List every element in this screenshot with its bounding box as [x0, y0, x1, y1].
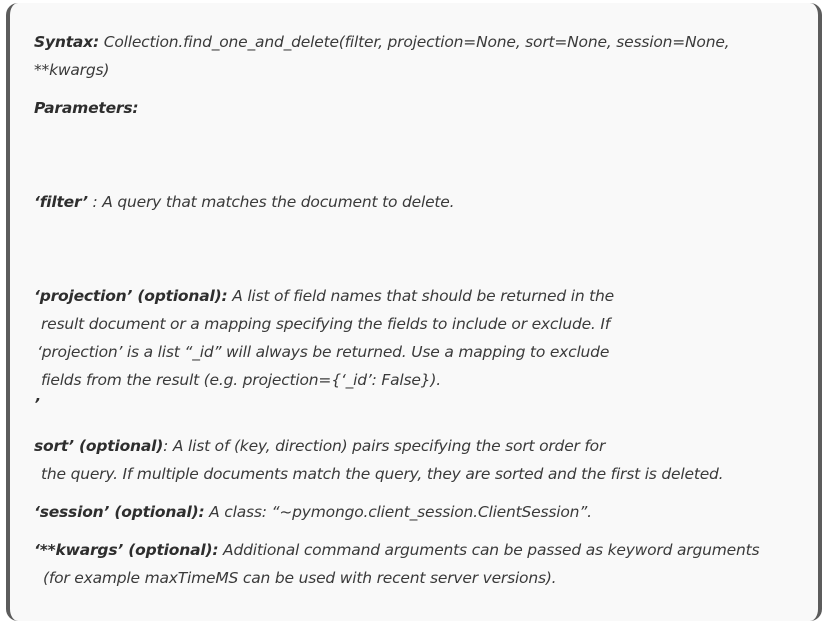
- param-projection: ‘projection’ (optional): A list of field…: [34, 286, 614, 306]
- parameters-heading: Parameters:: [34, 99, 139, 117]
- syntax-signature: Collection.find_one_and_delete(filter, p…: [98, 33, 730, 51]
- param-projection-line-3: ‘projection’ is a list “_id” will always…: [37, 343, 610, 361]
- stray-quote: ’: [34, 395, 40, 413]
- syntax-line-continued: **kwargs): [34, 61, 110, 79]
- param-filter: ‘filter’ : A query that matches the docu…: [34, 192, 455, 212]
- param-sort: sort’ (optional): A list of (key, direct…: [34, 436, 605, 456]
- param-sort-description: : A list of (key, direction) pairs speci…: [163, 437, 606, 455]
- syntax-line: Syntax: Collection.find_one_and_delete(f…: [34, 32, 730, 52]
- param-session-description: A class: “~pymongo.client_session.Client…: [204, 503, 592, 521]
- syntax-info-panel: [6, 3, 822, 621]
- param-projection-line-4: fields from the result (e.g. projection=…: [41, 371, 441, 389]
- param-session-label: ‘session’ (optional):: [34, 503, 205, 521]
- param-filter-description: : A query that matches the document to d…: [87, 193, 455, 211]
- syntax-label: Syntax:: [34, 33, 99, 51]
- param-kwargs: ‘**kwargs’ (optional): Additional comman…: [34, 540, 760, 560]
- param-filter-label: ‘filter’: [34, 193, 88, 211]
- param-kwargs-description: Additional command arguments can be pass…: [218, 541, 760, 559]
- param-sort-line-2: the query. If multiple documents match t…: [41, 465, 724, 483]
- param-projection-line-2: result document or a mapping specifying …: [41, 315, 611, 333]
- param-kwargs-line-2: (for example maxTimeMS can be used with …: [43, 569, 557, 587]
- param-kwargs-label: ‘**kwargs’ (optional):: [34, 541, 219, 559]
- param-session: ‘session’ (optional): A class: “~pymongo…: [34, 502, 592, 522]
- param-sort-label: sort’ (optional): [34, 437, 164, 455]
- param-projection-label: ‘projection’ (optional):: [34, 287, 228, 305]
- param-projection-description: A list of field names that should be ret…: [227, 287, 615, 305]
